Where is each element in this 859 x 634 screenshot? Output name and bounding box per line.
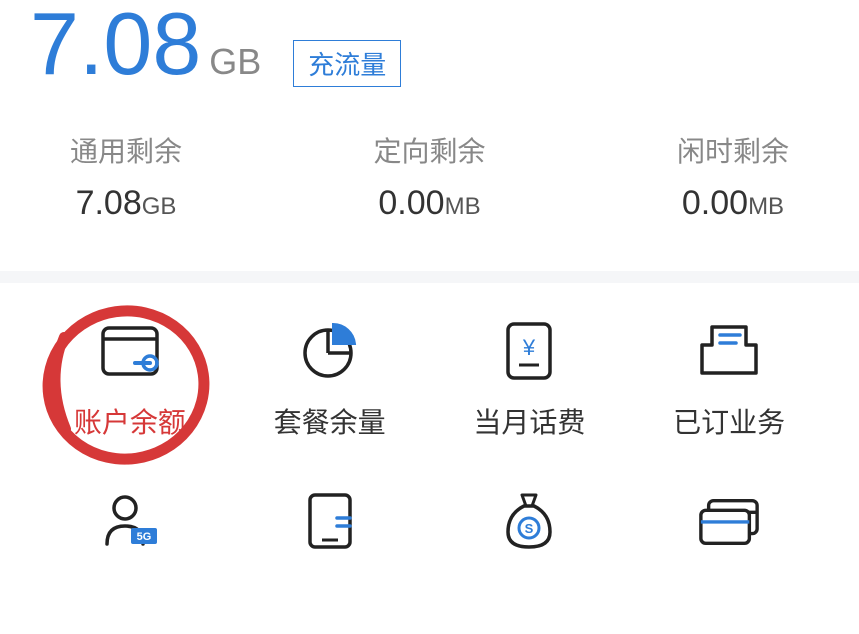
remaining-value: 0.00: [378, 184, 444, 222]
remaining-label: 定向剩余: [373, 130, 485, 170]
money-bag-icon: S: [497, 489, 561, 553]
remaining-value: 0.00: [682, 184, 748, 222]
remaining-general[interactable]: 通用剩余 7.08GB: [70, 130, 182, 223]
inbox-icon: [697, 319, 761, 383]
recharge-button[interactable]: 充流量: [293, 40, 401, 87]
grid-account-balance[interactable]: 账户余额: [55, 319, 205, 441]
total-data-value: 7.08: [30, 0, 201, 88]
grid-user-5g[interactable]: 5G: [55, 489, 205, 553]
remaining-idle[interactable]: 闲时剩余 0.00MB: [677, 130, 789, 223]
pie-icon: [298, 319, 362, 383]
remaining-directional[interactable]: 定向剩余 0.00MB: [373, 130, 485, 223]
grid-tablet[interactable]: [255, 489, 405, 553]
wallet-icon: [98, 319, 162, 383]
remaining-unit: MB: [445, 193, 481, 220]
remaining-label: 闲时剩余: [677, 130, 789, 170]
grid-cards[interactable]: [654, 489, 804, 553]
remaining-unit: GB: [142, 193, 177, 220]
tablet-icon: [298, 489, 362, 553]
grid-money-bag[interactable]: S: [454, 489, 604, 553]
bill-icon: ¥: [497, 319, 561, 383]
grid-subscribed-services[interactable]: 已订业务: [654, 319, 804, 441]
svg-text:S: S: [525, 521, 534, 536]
remaining-value: 7.08: [76, 184, 142, 222]
cards-icon: [697, 489, 761, 553]
svg-text:5G: 5G: [137, 531, 152, 543]
grid-package-remaining[interactable]: 套餐余量: [255, 319, 405, 441]
grid-label: 已订业务: [673, 401, 785, 441]
grid-label: 套餐余量: [274, 401, 386, 441]
remaining-label: 通用剩余: [70, 130, 182, 170]
user-5g-icon: 5G: [98, 489, 162, 553]
total-data-unit: GB: [209, 41, 261, 83]
grid-label: 当月话费: [473, 401, 585, 441]
remaining-unit: MB: [748, 193, 784, 220]
svg-text:¥: ¥: [522, 335, 536, 360]
grid-label: 账户余额: [74, 401, 186, 441]
grid-monthly-bill[interactable]: ¥ 当月话费: [454, 319, 604, 441]
